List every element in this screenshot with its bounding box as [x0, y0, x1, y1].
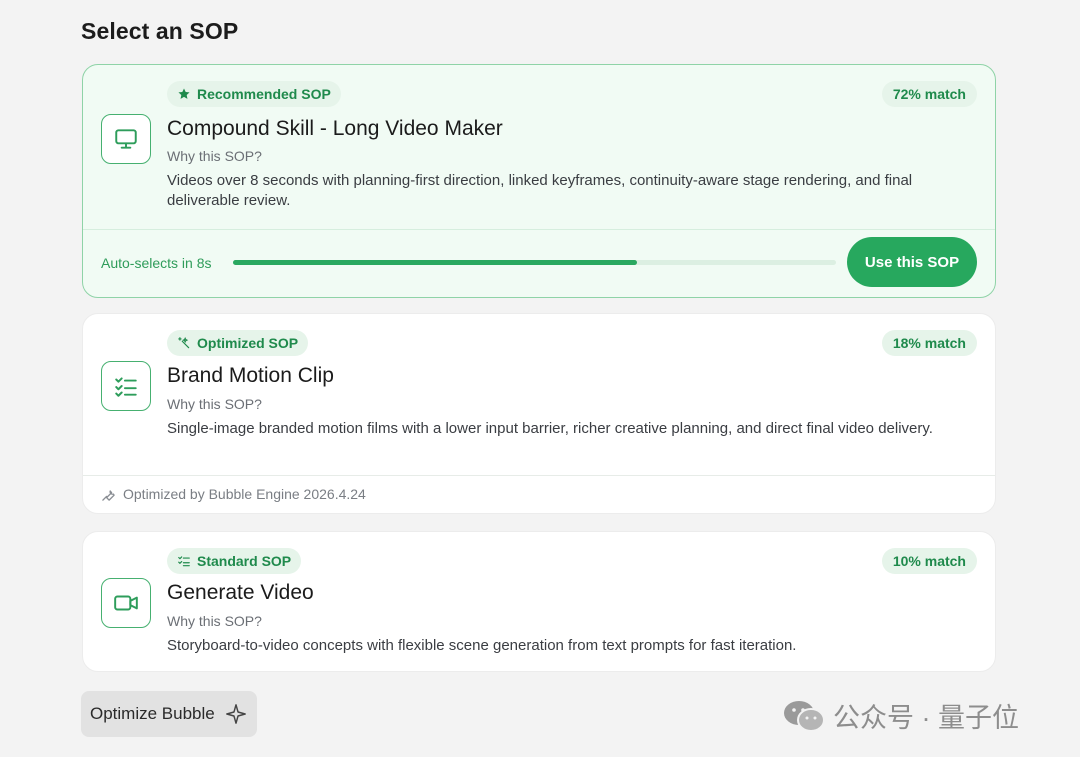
badge-label: Optimized SOP	[197, 335, 299, 351]
sop-card-optimized[interactable]: Optimized SOP 18% match Brand Motion Cli…	[82, 313, 996, 514]
watermark-text: 公众号 · 量子位	[833, 703, 1019, 733]
auto-select-progress	[233, 260, 836, 265]
card-description: Storyboard-to-video concepts with flexib…	[167, 637, 797, 654]
wrench-icon	[102, 489, 115, 501]
match-score: 72% match	[881, 81, 977, 107]
card-title: Compound Skill - Long Video Maker	[167, 117, 503, 140]
card-title: Brand Motion Clip	[167, 364, 334, 387]
sparkles-icon	[178, 337, 190, 349]
star-icon	[178, 88, 190, 99]
match-score: 10% match	[881, 548, 977, 574]
optimize-bubble-label: Optimize Bubble	[90, 704, 215, 723]
sop-card-standard[interactable]: Standard SOP 10% match Generate Video Wh…	[82, 531, 996, 672]
badge-label: Standard SOP	[197, 553, 292, 569]
optimized-by-note: Optimized by Bubble Engine 2026.4.24	[101, 486, 366, 502]
wechat-icon	[784, 700, 825, 732]
why-label: Why this SOP?	[167, 148, 262, 164]
watermark: 公众号 · 量子位	[783, 696, 1019, 735]
list-check-icon	[178, 556, 190, 567]
badge-optimized: Optimized SOP	[167, 330, 309, 356]
sop-card-recommended[interactable]: Recommended SOP 72% match Compound Skill…	[82, 64, 996, 298]
use-this-sop-button[interactable]: Use this SOP	[847, 237, 977, 287]
page-title: Select an SOP	[81, 18, 239, 44]
auto-select-progress-fill	[233, 260, 637, 265]
why-label: Why this SOP?	[167, 613, 262, 629]
card-description: Videos over 8 seconds with planning-firs…	[167, 172, 913, 209]
optimize-bubble-button[interactable]: Optimize Bubble	[81, 691, 257, 737]
why-label: Why this SOP?	[167, 396, 262, 412]
auto-select-label: Auto-selects in 8s	[101, 255, 212, 271]
sparkle-icon	[225, 704, 246, 724]
card-title: Generate Video	[167, 581, 314, 604]
checklist-icon	[101, 361, 151, 411]
monitor-icon	[101, 114, 151, 164]
badge-recommended: Recommended SOP	[167, 81, 341, 107]
video-camera-icon	[101, 578, 151, 628]
match-score: 18% match	[881, 330, 977, 356]
badge-standard: Standard SOP	[167, 548, 302, 574]
divider	[83, 475, 995, 476]
card-description: Single-image branded motion films with a…	[167, 420, 933, 437]
footer-note-text: Optimized by Bubble Engine 2026.4.24	[123, 486, 366, 502]
divider	[83, 229, 995, 230]
badge-label: Recommended SOP	[197, 86, 331, 102]
